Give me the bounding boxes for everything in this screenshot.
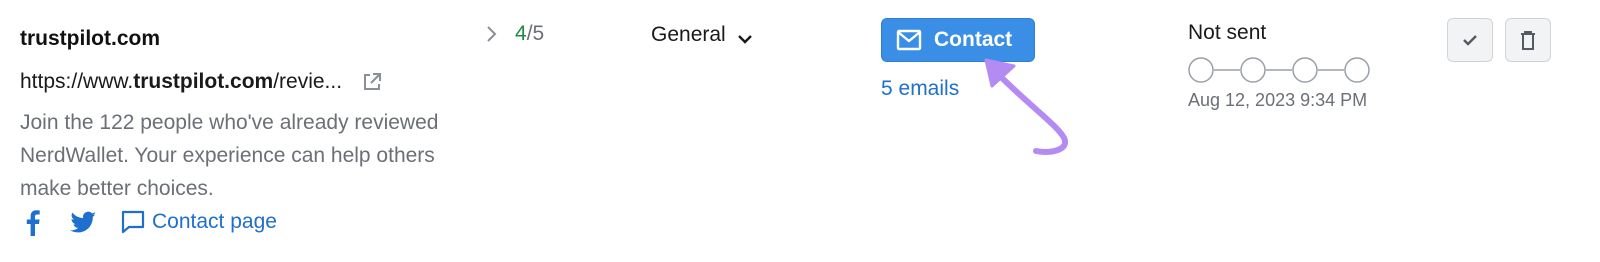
category-dropdown[interactable]: General (651, 23, 754, 47)
contact-page-link[interactable]: Contact page (120, 209, 277, 235)
score-value: 4 (515, 22, 527, 45)
external-link-icon[interactable] (360, 70, 384, 94)
url-row: https://www.trustpilot.com/revie... (20, 70, 384, 94)
mail-icon (896, 29, 922, 51)
trash-icon (1521, 31, 1535, 50)
score-total: /5 (526, 22, 545, 45)
social-links: Contact page (20, 208, 277, 236)
url-link[interactable]: https://www.trustpilot.com/revie... (20, 70, 342, 94)
facebook-icon[interactable] (20, 208, 46, 236)
check-icon (1463, 35, 1477, 46)
delete-button[interactable] (1505, 18, 1551, 62)
timestamp: Aug 12, 2023 9:34 PM (1188, 90, 1368, 110)
contact-button-label: Contact (934, 28, 1013, 51)
emails-link[interactable]: 5 emails (881, 77, 959, 101)
contact-page-label: Contact page (152, 210, 277, 233)
description: Join the 122 people who've already revie… (20, 111, 439, 200)
chevron-down-icon (736, 28, 754, 44)
domain-name: trustpilot.com (20, 27, 160, 50)
confirm-button[interactable] (1447, 18, 1493, 62)
twitter-icon[interactable] (68, 208, 98, 236)
category-label: General (651, 23, 726, 46)
progress-steps (1188, 57, 1370, 83)
chevron-right-icon[interactable] (482, 24, 500, 44)
chat-icon (120, 209, 146, 235)
score: 4/5 (515, 22, 544, 46)
annotation-arrow (984, 58, 1068, 155)
status-text: Not sent (1188, 21, 1267, 44)
